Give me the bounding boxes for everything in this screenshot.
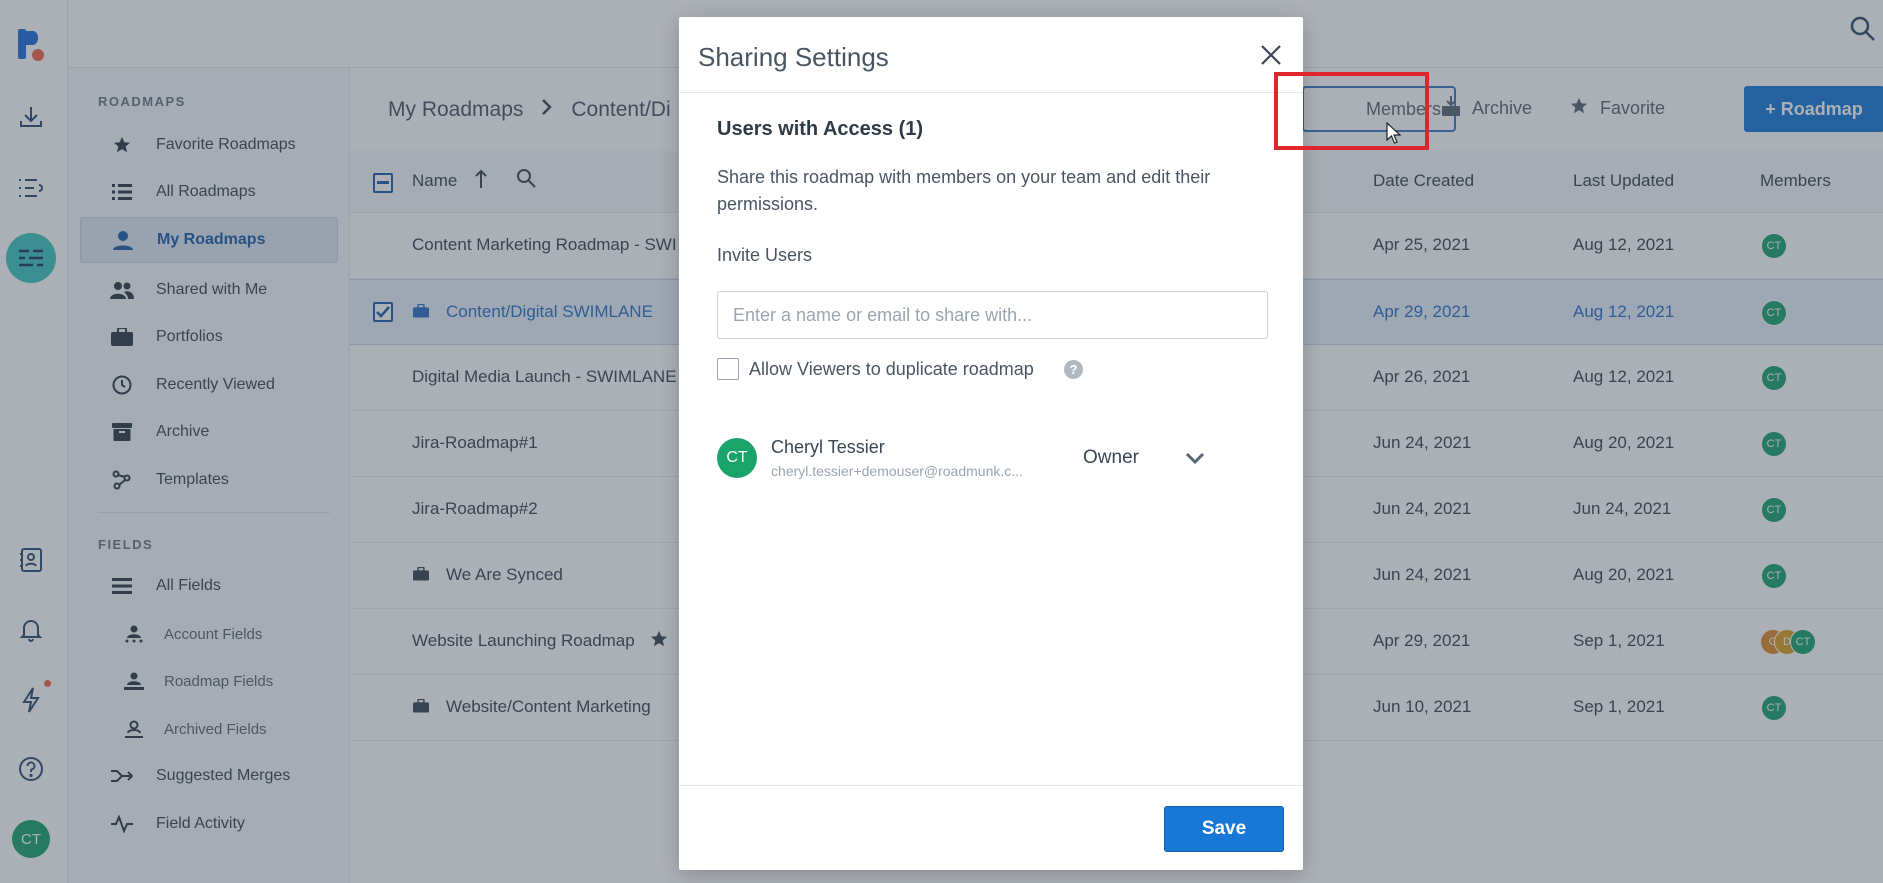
role-select[interactable]: Owner	[1083, 447, 1139, 469]
user-email: cheryl.tessier+demouser@roadmunk.c...	[771, 463, 1023, 479]
users-with-access-heading: Users with Access (1)	[717, 118, 924, 140]
modal-footer: Save	[679, 785, 1303, 870]
allow-duplicate-checkbox[interactable]	[717, 358, 739, 380]
highlight-box	[1274, 72, 1429, 150]
invite-users-input[interactable]	[717, 291, 1268, 339]
mouse-cursor-icon	[1386, 121, 1402, 149]
help-icon[interactable]: ?	[1064, 360, 1083, 379]
save-button[interactable]: Save	[1164, 806, 1284, 852]
close-icon[interactable]	[1257, 41, 1285, 69]
allow-duplicate-label[interactable]: Allow Viewers to duplicate roadmap	[749, 356, 1079, 383]
chevron-down-icon[interactable]	[1185, 451, 1205, 465]
modal-header: Sharing Settings	[679, 17, 1303, 93]
modal-title: Sharing Settings	[698, 42, 889, 72]
share-description: Share this roadmap with members on your …	[717, 167, 1211, 214]
invite-users-label: Invite Users	[717, 245, 813, 265]
user-avatar: CT	[717, 438, 757, 478]
sharing-settings-modal: Sharing Settings Users with Access (1) S…	[679, 17, 1303, 870]
user-name: Cheryl Tessier	[771, 437, 885, 457]
